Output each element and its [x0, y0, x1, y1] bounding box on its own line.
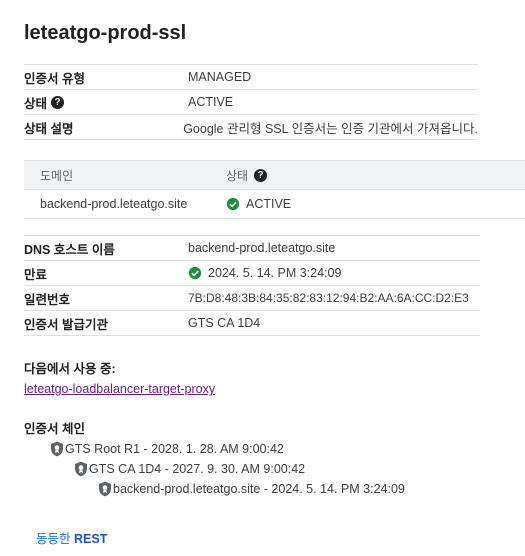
- cert-row-expiry: 만료 2024. 5. 14. PM 3:24:09: [24, 260, 480, 285]
- cert-row-dns: DNS 호스트 이름 backend-prod.leteatgo.site: [24, 235, 480, 260]
- detail-label: 상태: [24, 96, 48, 111]
- shield-icon: [51, 441, 63, 457]
- shield-icon: [99, 481, 111, 497]
- column-header-domain: 도메인: [40, 168, 74, 183]
- shield-icon: [75, 461, 87, 477]
- certificate-info-table: DNS 호스트 이름 backend-prod.leteatgo.site 만료…: [24, 235, 480, 336]
- chain-item-intermediate: GTS CA 1D4 - 2027. 9. 30. AM 9:00:42: [74, 461, 305, 477]
- chain-item-text: backend-prod.leteatgo.site - 2024. 5. 14…: [113, 482, 405, 496]
- table-row: backend-prod.leteatgo.site ACTIVE: [24, 190, 525, 219]
- rest-label: REST: [74, 532, 108, 546]
- cert-value: GTS CA 1D4: [188, 316, 261, 330]
- detail-row-description: 상태 설명 Google 관리형 SSL 인증서는 인증 기관에서 가져옵니다.: [24, 114, 478, 140]
- detail-value: Google 관리형 SSL 인증서는 인증 기관에서 가져옵니다.: [183, 121, 478, 136]
- help-icon[interactable]: ?: [254, 168, 268, 182]
- cert-row-issuer: 인증서 발급기관 GTS CA 1D4: [24, 310, 480, 336]
- detail-value: MANAGED: [188, 70, 252, 84]
- detail-row-status: 상태? ACTIVE: [24, 89, 478, 114]
- equivalent-rest-button[interactable]: 동등한 REST: [36, 528, 107, 547]
- cert-label: 만료: [24, 267, 48, 282]
- column-header-status-label: 상태: [226, 168, 249, 183]
- cert-value: 2024. 5. 14. PM 3:24:09: [208, 266, 342, 280]
- details-table: 인증서 유형 MANAGED 상태? ACTIVE 상태 설명 Google 관…: [24, 64, 478, 140]
- used-by-label: 다음에서 사용 중:: [24, 362, 116, 376]
- check-circle-icon: [226, 197, 240, 211]
- cert-chain-label: 인증서 체인: [24, 422, 85, 436]
- cert-label: 인증서 발급기관: [24, 317, 108, 332]
- detail-row-type: 인증서 유형 MANAGED: [24, 64, 478, 89]
- target-proxy-link[interactable]: leteatgo-loadbalancer-target-proxy: [24, 382, 215, 396]
- chain-item-root: GTS Root R1 - 2028. 1. 28. AM 9:00:42: [50, 441, 284, 457]
- chain-item-text: GTS Root R1 - 2028. 1. 28. AM 9:00:42: [65, 442, 284, 456]
- detail-label: 상태 설명: [24, 121, 74, 136]
- chain-item-text: GTS CA 1D4 - 2027. 9. 30. AM 9:00:42: [89, 462, 306, 476]
- cert-value: 7B:D8:48:3B:84:35:82:83:12:94:B2:AA:6A:C…: [188, 291, 469, 305]
- cert-row-serial: 일련번호 7B:D8:48:3B:84:35:82:83:12:94:B2:AA…: [24, 285, 480, 310]
- cert-label: DNS 호스트 이름: [24, 242, 115, 257]
- status-cell: ACTIVE: [226, 197, 291, 211]
- rest-prefix: 동등한: [36, 532, 71, 546]
- detail-label: 인증서 유형: [24, 71, 85, 86]
- domain-cell: backend-prod.leteatgo.site: [40, 197, 188, 211]
- cert-value: backend-prod.leteatgo.site: [188, 241, 336, 255]
- chain-item-leaf: backend-prod.leteatgo.site - 2024. 5. 14…: [98, 481, 405, 497]
- domain-table-header: 도메인 상태 ?: [24, 160, 525, 190]
- status-text: ACTIVE: [246, 197, 292, 211]
- cert-label: 일련번호: [24, 292, 71, 307]
- page-title: leteatgo-prod-ssl: [24, 22, 187, 44]
- column-header-status: 상태 ?: [226, 167, 268, 184]
- domain-table: 도메인 상태 ? backend-prod.leteatgo.site ACTI…: [24, 160, 525, 219]
- help-icon[interactable]: ?: [51, 95, 65, 109]
- detail-value: ACTIVE: [188, 95, 234, 109]
- check-circle-icon: [188, 266, 202, 280]
